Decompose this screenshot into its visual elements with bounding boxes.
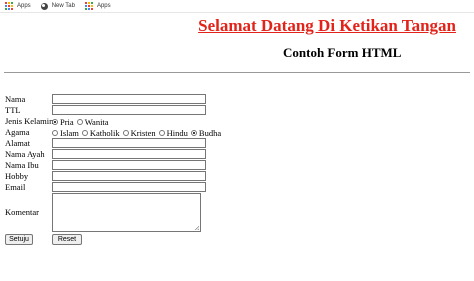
page-header: Selamat Datang Di Ketikan Tangan Contoh …	[0, 13, 474, 71]
nama-ibu-input[interactable]	[52, 160, 206, 170]
globe-icon	[40, 2, 48, 10]
radio-button[interactable]	[122, 129, 129, 136]
radio-button[interactable]	[76, 118, 83, 125]
radio-button[interactable]	[158, 129, 165, 136]
alamat-input[interactable]	[52, 138, 206, 148]
bookmark-new-tab[interactable]: New Tab	[40, 2, 75, 10]
ttl-label: TTL	[5, 105, 21, 115]
radio-pria[interactable]: Pria	[52, 117, 74, 127]
divider	[4, 72, 470, 73]
email-label: Email	[5, 182, 26, 192]
komentar-textarea[interactable]	[52, 193, 201, 232]
agama-label: Agama	[5, 127, 30, 137]
radio-label: Katholik	[89, 127, 120, 138]
submit-button[interactable]: Setuju	[5, 234, 33, 245]
bookmark-label: Apps	[96, 3, 111, 9]
hobby-input[interactable]	[52, 171, 206, 181]
radio-label: Budha	[198, 127, 222, 138]
hobby-label: Hobby	[5, 171, 29, 181]
bookmark-apps[interactable]: Apps	[5, 2, 31, 10]
bookmark-label: New Tab	[51, 3, 75, 9]
nama-label: Nama	[5, 94, 26, 104]
agama-group: Islam Katholik Kristen Hindu Budha	[52, 127, 224, 138]
bookmark-label: Apps	[17, 3, 31, 9]
jenis-kelamin-label: Jenis Kelamin	[5, 116, 54, 126]
jenis-kelamin-group: Pria Wanita	[52, 116, 112, 127]
radio-button[interactable]	[52, 118, 58, 125]
nama-ibu-label: Nama Ibu	[5, 160, 39, 170]
email-input[interactable]	[52, 182, 206, 192]
radio-katholik[interactable]: Katholik	[81, 127, 120, 138]
resize-handle-icon[interactable]	[194, 225, 199, 230]
radio-hindu[interactable]: Hindu	[158, 127, 188, 138]
apps-icon	[5, 2, 13, 10]
apps-icon	[84, 2, 93, 10]
bookmarks-bar: Apps New Tab Apps	[0, 0, 474, 13]
radio-wanita[interactable]: Wanita	[76, 116, 109, 127]
radio-budha[interactable]: Budha	[190, 127, 222, 138]
reset-button[interactable]: Reset	[52, 234, 82, 245]
radio-kristen[interactable]: Kristen	[122, 127, 156, 138]
page-subtitle: Contoh Form HTML	[283, 45, 402, 60]
radio-button[interactable]	[52, 129, 58, 136]
nama-ayah-input[interactable]	[52, 149, 206, 159]
komentar-label: Komentar	[5, 207, 39, 217]
radio-button[interactable]	[81, 129, 88, 136]
radio-islam[interactable]: Islam	[52, 128, 79, 138]
radio-label: Hindu	[166, 127, 188, 138]
bookmark-apps-2[interactable]: Apps	[84, 2, 111, 10]
nama-input[interactable]	[52, 94, 206, 104]
radio-button[interactable]	[190, 129, 197, 136]
radio-label: Wanita	[84, 116, 109, 127]
nama-ayah-label: Nama Ayah	[5, 149, 45, 159]
radio-label: Pria	[60, 116, 74, 127]
radio-label: Islam	[60, 127, 79, 138]
radio-label: Kristen	[130, 127, 156, 138]
ttl-input[interactable]	[52, 105, 206, 115]
alamat-label: Alamat	[5, 138, 31, 148]
page-title: Selamat Datang Di Ketikan Tangan	[198, 16, 456, 35]
